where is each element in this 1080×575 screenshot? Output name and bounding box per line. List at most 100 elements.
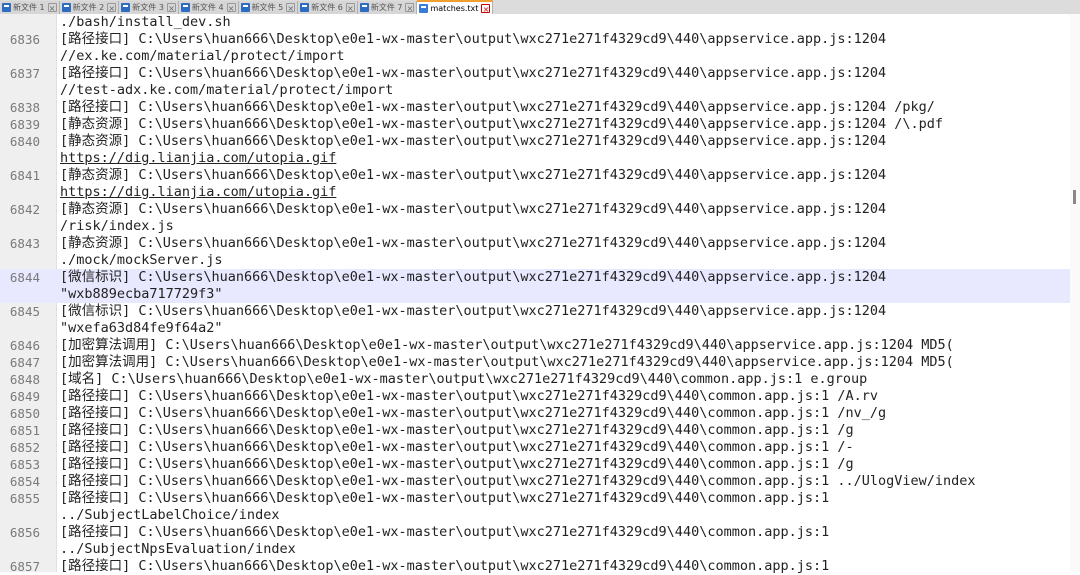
line-text: [路径接口] C:\Users\huan666\Desktop\e0e1-wx-… <box>60 388 879 404</box>
tab-5[interactable]: 新文件 5 × <box>238 1 299 14</box>
file-icon <box>61 3 71 12</box>
text-line[interactable]: https://dig.lianjia.com/utopia.gif <box>0 184 1070 201</box>
close-icon[interactable]: × <box>166 3 176 13</box>
tab-2[interactable]: 新文件 2 × <box>59 1 120 14</box>
line-text: [路径接口] C:\Users\huan666\Desktop\e0e1-wx-… <box>60 65 887 81</box>
tab-8[interactable]: matches.txt × <box>417 0 494 14</box>
line-text: //ex.ke.com/material/protect/import <box>60 48 345 64</box>
text-line[interactable]: 6845 [微信标识] C:\Users\huan666\Desktop\e0e1… <box>0 303 1070 320</box>
line-number: 6840 <box>9 134 40 149</box>
editor-lines[interactable]: ./bash/install_dev.sh 6836 [路径接口] C:\Users… <box>0 14 1070 575</box>
close-icon[interactable]: × <box>286 3 296 13</box>
text-line[interactable]: 6852 [路径接口] C:\Users\huan666\Desktop\e0e1… <box>0 439 1070 456</box>
text-line[interactable]: https://dig.lianjia.com/utopia.gif <box>0 150 1070 167</box>
text-line[interactable]: 6857 [路径接口] C:\Users\huan666\Desktop\e0e1… <box>0 558 1070 575</box>
line-number: 6841 <box>9 168 40 183</box>
text-line[interactable]: ./bash/install_dev.sh <box>0 14 1070 31</box>
line-text: [静态资源] C:\Users\huan666\Desktop\e0e1-wx-… <box>60 201 887 217</box>
line-text: [路径接口] C:\Users\huan666\Desktop\e0e1-wx-… <box>60 558 830 574</box>
line-text: [微信标识] C:\Users\huan666\Desktop\e0e1-wx-… <box>60 303 887 319</box>
text-line[interactable]: 6853 [路径接口] C:\Users\huan666\Desktop\e0e1… <box>0 456 1070 473</box>
line-text: "wxb889ecba717729f3" <box>60 286 223 302</box>
tab-1[interactable]: 新文件 1 × <box>0 1 60 14</box>
vertical-scrollbar[interactable] <box>1070 14 1080 572</box>
text-line[interactable]: 6849 [路径接口] C:\Users\huan666\Desktop\e0e1… <box>0 388 1070 405</box>
text-line[interactable]: 6843 [静态资源] C:\Users\huan666\Desktop\e0e1… <box>0 235 1070 252</box>
text-line[interactable]: 6842 [静态资源] C:\Users\huan666\Desktop\e0e1… <box>0 201 1070 218</box>
close-icon[interactable]: × <box>47 3 57 13</box>
line-number: 6845 <box>9 304 40 319</box>
text-line[interactable]: 6841 [静态资源] C:\Users\huan666\Desktop\e0e1… <box>0 167 1070 184</box>
url-link[interactable]: https://dig.lianjia.com/utopia.gif <box>60 184 336 201</box>
line-text: [静态资源] C:\Users\huan666\Desktop\e0e1-wx-… <box>60 167 887 183</box>
tab-label: 新文件 7 <box>370 3 403 12</box>
tab-3[interactable]: 新文件 3 × <box>119 1 179 14</box>
text-line[interactable]: ../SubjectLabelChoice/index <box>0 507 1070 524</box>
close-icon[interactable]: × <box>107 3 117 13</box>
text-line[interactable]: //ex.ke.com/material/protect/import <box>0 48 1070 65</box>
close-icon[interactable]: × <box>405 3 415 13</box>
url-link[interactable]: https://dig.lianjia.com/utopia.gif <box>60 150 336 167</box>
text-line[interactable]: 6837 [路径接口] C:\Users\huan666\Desktop\e0e1… <box>0 65 1070 82</box>
line-number: 6842 <box>9 202 40 217</box>
line-text: [路径接口] C:\Users\huan666\Desktop\e0e1-wx-… <box>60 422 854 438</box>
line-number: 6856 <box>9 525 40 540</box>
text-line[interactable]: 6836 [路径接口] C:\Users\huan666\Desktop\e0e1… <box>0 31 1070 48</box>
text-line[interactable]: 6847 [加密算法调用] C:\Users\huan666\Desktop\e0… <box>0 354 1070 371</box>
file-icon <box>300 3 310 12</box>
text-line[interactable]: /risk/index.js <box>0 218 1070 235</box>
file-icon <box>121 3 131 12</box>
line-text: [路径接口] C:\Users\huan666\Desktop\e0e1-wx-… <box>60 524 830 540</box>
text-line[interactable]: 6855 [路径接口] C:\Users\huan666\Desktop\e0e1… <box>0 490 1070 507</box>
scrollbar-thumb[interactable] <box>1073 190 1076 204</box>
line-text: [静态资源] C:\Users\huan666\Desktop\e0e1-wx-… <box>60 235 887 251</box>
text-line[interactable]: 6838 [路径接口] C:\Users\huan666\Desktop\e0e1… <box>0 99 1070 116</box>
text-line[interactable]: "wxefa63d84fe9f64a2" <box>0 320 1070 337</box>
line-number: 6854 <box>9 474 40 489</box>
text-line[interactable]: 6840 [静态资源] C:\Users\huan666\Desktop\e0e1… <box>0 133 1070 150</box>
text-line[interactable]: ./mock/mockServer.js <box>0 252 1070 269</box>
tab-label: 新文件 1 <box>13 3 45 12</box>
file-icon <box>359 3 369 12</box>
text-line[interactable]: 6856 [路径接口] C:\Users\huan666\Desktop\e0e1… <box>0 524 1070 541</box>
line-text: ./bash/install_dev.sh <box>60 14 231 30</box>
tab-7[interactable]: 新文件 7 × <box>357 1 418 14</box>
text-line[interactable]: 6844 [微信标识] C:\Users\huan666\Desktop\e0e1… <box>0 269 1070 286</box>
tab-4[interactable]: 新文件 4 × <box>178 1 239 14</box>
text-line[interactable]: 6839 [静态资源] C:\Users\huan666\Desktop\e0e1… <box>0 116 1070 133</box>
line-text: ../SubjectLabelChoice/index <box>60 507 280 523</box>
line-text: "wxefa63d84fe9f64a2" <box>60 320 223 336</box>
tab-bar: 新文件 1 × 新文件 2 × 新文件 3 × 新文件 4 × 新文件 5 × 新文件 6 × 新文件 … <box>0 0 1080 15</box>
text-line[interactable]: ../SubjectNpsEvaluation/index <box>0 541 1070 558</box>
text-line[interactable]: 6851 [路径接口] C:\Users\huan666\Desktop\e0e1… <box>0 422 1070 439</box>
file-icon <box>419 3 429 13</box>
file-icon <box>2 3 11 12</box>
text-editor[interactable]: ./bash/install_dev.sh 6836 [路径接口] C:\Users… <box>0 14 1080 575</box>
line-number: 6837 <box>9 66 40 81</box>
text-line[interactable]: 6854 [路径接口] C:\Users\huan666\Desktop\e0e1… <box>0 473 1070 490</box>
tab-label: 新文件 2 <box>72 3 105 12</box>
line-number: 6853 <box>9 457 40 472</box>
text-line[interactable]: 6850 [路径接口] C:\Users\huan666\Desktop\e0e1… <box>0 405 1070 422</box>
file-icon <box>180 3 190 12</box>
line-text: [路径接口] C:\Users\huan666\Desktop\e0e1-wx-… <box>60 490 830 506</box>
line-text: [路径接口] C:\Users\huan666\Desktop\e0e1-wx-… <box>60 405 887 421</box>
text-line[interactable]: //test-adx.ke.com/material/protect/impor… <box>0 82 1070 99</box>
line-text: [域名] C:\Users\huan666\Desktop\e0e1-wx-ma… <box>60 371 868 387</box>
close-icon[interactable]: × <box>481 3 491 14</box>
close-icon[interactable]: × <box>226 3 236 13</box>
line-text: [加密算法调用] C:\Users\huan666\Desktop\e0e1-w… <box>60 354 954 370</box>
close-icon[interactable]: × <box>345 3 355 13</box>
line-text: [路径接口] C:\Users\huan666\Desktop\e0e1-wx-… <box>60 473 976 489</box>
line-text: [静态资源] C:\Users\huan666\Desktop\e0e1-wx-… <box>60 116 944 132</box>
text-line[interactable]: 6846 [加密算法调用] C:\Users\huan666\Desktop\e0… <box>0 337 1070 354</box>
tab-label: 新文件 3 <box>132 3 164 12</box>
text-line[interactable]: "wxb889ecba717729f3" <box>0 286 1070 303</box>
line-number: 6851 <box>9 423 40 438</box>
tab-6[interactable]: 新文件 6 × <box>298 1 358 14</box>
line-number: 6855 <box>9 491 40 506</box>
line-text: [路径接口] C:\Users\huan666\Desktop\e0e1-wx-… <box>60 439 854 455</box>
line-number: 6846 <box>9 338 40 353</box>
text-line[interactable]: 6848 [域名] C:\Users\huan666\Desktop\e0e1-w… <box>0 371 1070 388</box>
tab-label: matches.txt <box>430 3 479 13</box>
